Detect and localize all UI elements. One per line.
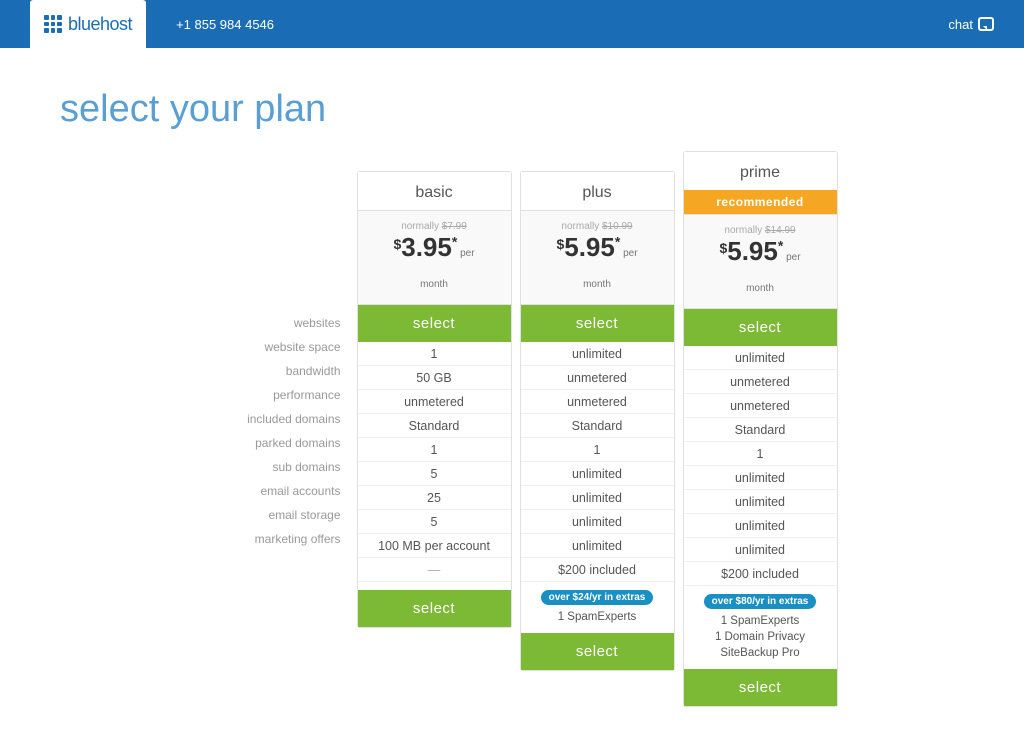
plan-prime-select-top[interactable]: select — [684, 309, 837, 346]
plan-basic-price: $3.95* permonth — [366, 232, 503, 294]
plus-marketing: $200 included — [521, 558, 674, 582]
plus-email-accounts: unlimited — [521, 510, 674, 534]
plan-plus-price-box: normally $10.99 $5.95* permonth — [521, 210, 674, 305]
prime-websites: unlimited — [684, 346, 837, 370]
basic-sub-domains: 25 — [358, 486, 511, 510]
plans-wrapper: websites website space bandwidth perform… — [60, 171, 964, 707]
plan-plus-features: unlimited unmetered unmetered Standard 1… — [521, 342, 674, 582]
plus-email-storage: unlimited — [521, 534, 674, 558]
plan-plus: plus normally $10.99 $5.95* permonth sel… — [520, 171, 675, 671]
prime-performance: Standard — [684, 418, 837, 442]
label-performance: performance — [183, 383, 341, 407]
plan-prime-features: unlimited unmetered unmetered Standard 1… — [684, 346, 837, 586]
plan-plus-normally: normally $10.99 — [529, 221, 666, 232]
prime-website-space: unmetered — [684, 370, 837, 394]
basic-websites: 1 — [358, 342, 511, 366]
page-title: select your plan — [60, 88, 964, 131]
header-chat[interactable]: chat — [948, 17, 994, 32]
header: bluehost +1 855 984 4546 chat — [0, 0, 1024, 48]
plan-prime-extras: over $80/yr in extras 1 SpamExperts 1 Do… — [684, 586, 837, 665]
plus-parked-domains: unlimited — [521, 462, 674, 486]
plan-prime-price-box: normally $14.99 $5.95* permonth — [684, 214, 837, 309]
plan-prime-select-bottom[interactable]: select — [684, 669, 837, 706]
prime-sub-domains: unlimited — [684, 490, 837, 514]
label-bandwidth: bandwidth — [183, 359, 341, 383]
plus-bandwidth: unmetered — [521, 390, 674, 414]
prime-parked-domains: unlimited — [684, 466, 837, 490]
plan-basic-price-box: normally $7.99 $3.95* permonth — [358, 210, 511, 305]
plan-prime-top: prime recommended — [684, 152, 837, 214]
logo[interactable]: bluehost — [30, 0, 146, 48]
chat-bubble-icon — [978, 17, 994, 31]
plan-prime: prime recommended normally $14.99 $5.95*… — [683, 151, 838, 707]
plan-plus-name: plus — [521, 172, 674, 210]
label-email-accounts: email accounts — [183, 479, 341, 503]
plus-website-space: unmetered — [521, 366, 674, 390]
basic-parked-domains: 5 — [358, 462, 511, 486]
plan-basic: basic normally $7.99 $3.95* permonth sel… — [357, 171, 512, 628]
plan-basic-select-top[interactable]: select — [358, 305, 511, 342]
feature-labels: websites website space bandwidth perform… — [183, 171, 353, 551]
plan-prime-name: prime — [684, 152, 837, 190]
basic-website-space: 50 GB — [358, 366, 511, 390]
prime-extras-badge: over $80/yr in extras — [704, 594, 817, 609]
basic-performance: Standard — [358, 414, 511, 438]
basic-email-accounts: 5 — [358, 510, 511, 534]
prime-extra-1: 1 SpamExperts — [692, 613, 829, 629]
plan-basic-name: basic — [358, 172, 511, 210]
plus-performance: Standard — [521, 414, 674, 438]
prime-extra-2: 1 Domain Privacy — [692, 629, 829, 645]
basic-email-storage: 100 MB per account — [358, 534, 511, 558]
prime-email-storage: unlimited — [684, 538, 837, 562]
plan-plus-price: $5.95* permonth — [529, 232, 666, 294]
logo-grid-icon — [44, 15, 62, 33]
prime-extra-3: SiteBackup Pro — [692, 645, 829, 661]
label-email-storage: email storage — [183, 503, 341, 527]
label-website-space: website space — [183, 335, 341, 359]
label-sub-domains: sub domains — [183, 455, 341, 479]
prime-included-domains: 1 — [684, 442, 837, 466]
plan-prime-normally: normally $14.99 — [692, 225, 829, 236]
prime-bandwidth: unmetered — [684, 394, 837, 418]
label-parked-domains: parked domains — [183, 431, 341, 455]
plan-plus-select-top[interactable]: select — [521, 305, 674, 342]
plan-prime-price: $5.95* permonth — [692, 236, 829, 298]
basic-bandwidth: unmetered — [358, 390, 511, 414]
plan-plus-select-bottom[interactable]: select — [521, 633, 674, 670]
recommended-badge: recommended — [684, 190, 837, 214]
label-marketing-offers: marketing offers — [183, 527, 341, 551]
plan-basic-select-bottom[interactable]: select — [358, 590, 511, 627]
plan-basic-original-price: $7.99 — [442, 221, 467, 232]
plus-websites: unlimited — [521, 342, 674, 366]
prime-marketing: $200 included — [684, 562, 837, 586]
label-websites: websites — [183, 311, 341, 335]
basic-marketing: — — [358, 558, 511, 582]
plus-extra-1: 1 SpamExperts — [529, 609, 666, 625]
plus-sub-domains: unlimited — [521, 486, 674, 510]
main-content: select your plan websites website space … — [0, 48, 1024, 747]
plan-plus-original-price: $10.99 — [602, 221, 633, 232]
label-included-domains: included domains — [183, 407, 341, 431]
plan-plus-extras: over $24/yr in extras 1 SpamExperts — [521, 582, 674, 629]
plan-basic-features: 1 50 GB unmetered Standard 1 5 25 5 100 … — [358, 342, 511, 582]
header-phone: +1 855 984 4546 — [176, 17, 948, 32]
plus-extras-badge: over $24/yr in extras — [541, 590, 654, 605]
plan-basic-normally: normally $7.99 — [366, 221, 503, 232]
plus-included-domains: 1 — [521, 438, 674, 462]
prime-email-accounts: unlimited — [684, 514, 837, 538]
chat-label: chat — [948, 17, 973, 32]
logo-text: bluehost — [68, 14, 132, 35]
basic-included-domains: 1 — [358, 438, 511, 462]
plan-prime-original-price: $14.99 — [765, 225, 796, 236]
